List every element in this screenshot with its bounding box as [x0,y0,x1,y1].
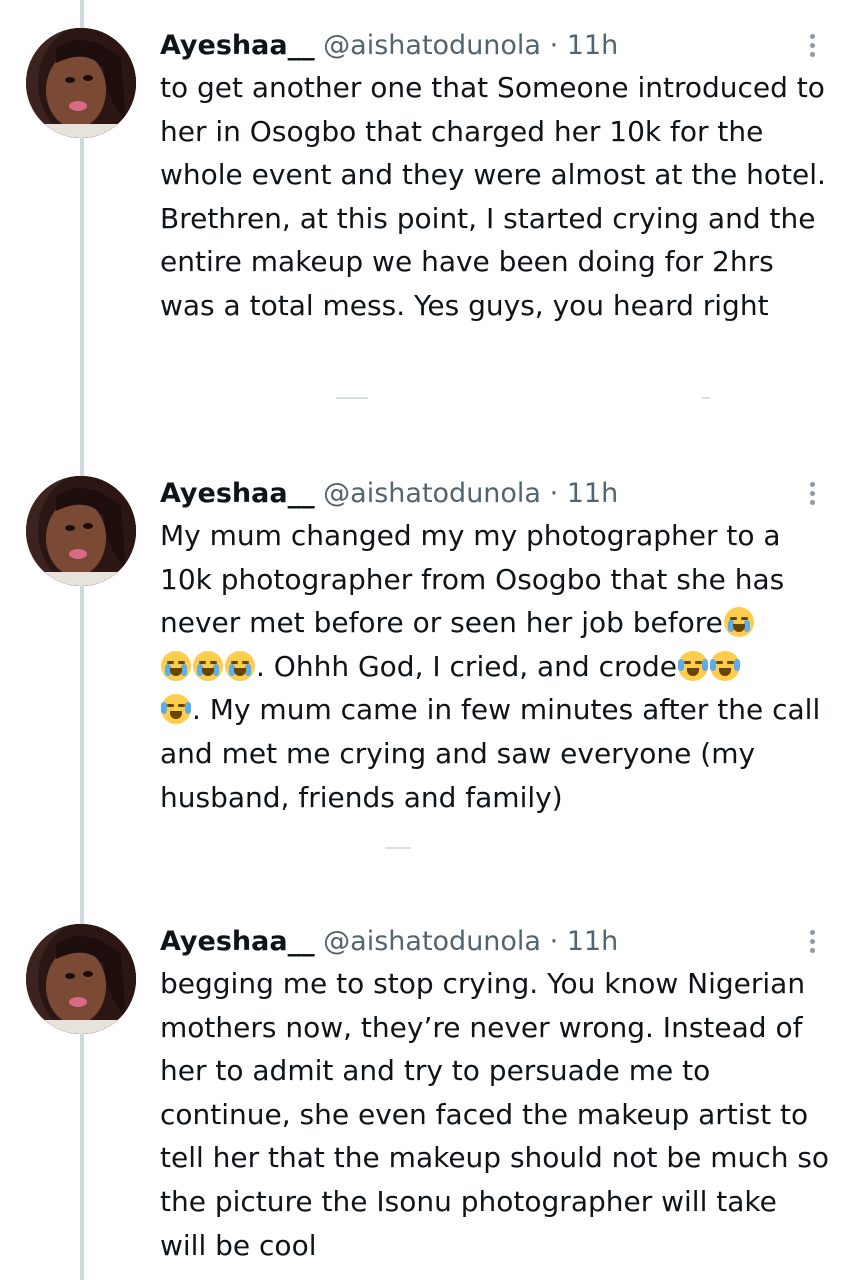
face-with-tears-of-joy-icon [678,650,709,681]
display-name[interactable]: Ayeshaa__ [160,926,315,957]
user-handle[interactable]: @aishatodunola [323,30,541,61]
timestamp[interactable]: · 11h [550,478,619,509]
loudly-crying-face-icon [193,650,223,681]
tweet-text-part: . My mum came in few minutes after the c… [160,693,821,814]
avatar[interactable] [26,28,136,138]
display-name[interactable]: Ayeshaa__ [160,478,315,509]
user-handle[interactable]: @aishatodunola [323,478,541,509]
face-with-tears-of-joy-icon [710,650,741,681]
tweet-text: to get another one that Someone introduc… [160,71,826,322]
tweet-header: Ayeshaa__ @aishatodunola · 11h [160,924,618,960]
tweet-text-part: My mum changed my my photographer to a 1… [160,519,785,640]
user-handle[interactable]: @aishatodunola [323,926,541,957]
more-vertical-icon[interactable] [800,478,824,512]
tweet-text: My mum changed my my photographer to a 1… [160,514,830,819]
display-name[interactable]: Ayeshaa__ [160,30,315,61]
loudly-crying-face-icon [161,650,191,681]
tweet-text: begging me to stop crying. You know Nige… [160,967,830,1262]
more-vertical-icon[interactable] [800,30,824,64]
loudly-crying-face-icon [225,650,255,681]
avatar[interactable] [26,476,136,586]
tweet-header: Ayeshaa__ @aishatodunola · 11h [160,476,618,512]
timestamp[interactable]: · 11h [550,926,619,957]
media-edge-mark [702,397,710,399]
media-edge-mark [336,397,368,399]
face-with-tears-of-joy-icon [161,694,191,725]
avatar[interactable] [26,924,136,1034]
timestamp[interactable]: · 11h [550,30,619,61]
tweet-header: Ayeshaa__ @aishatodunola · 11h [160,28,618,64]
more-vertical-icon[interactable] [800,926,824,960]
loudly-crying-face-icon [723,607,754,638]
thread-connector-line [80,0,84,1280]
media-edge-mark [385,847,411,849]
tweet-text-part: . Ohhh God, I cried, and crode [256,649,678,683]
